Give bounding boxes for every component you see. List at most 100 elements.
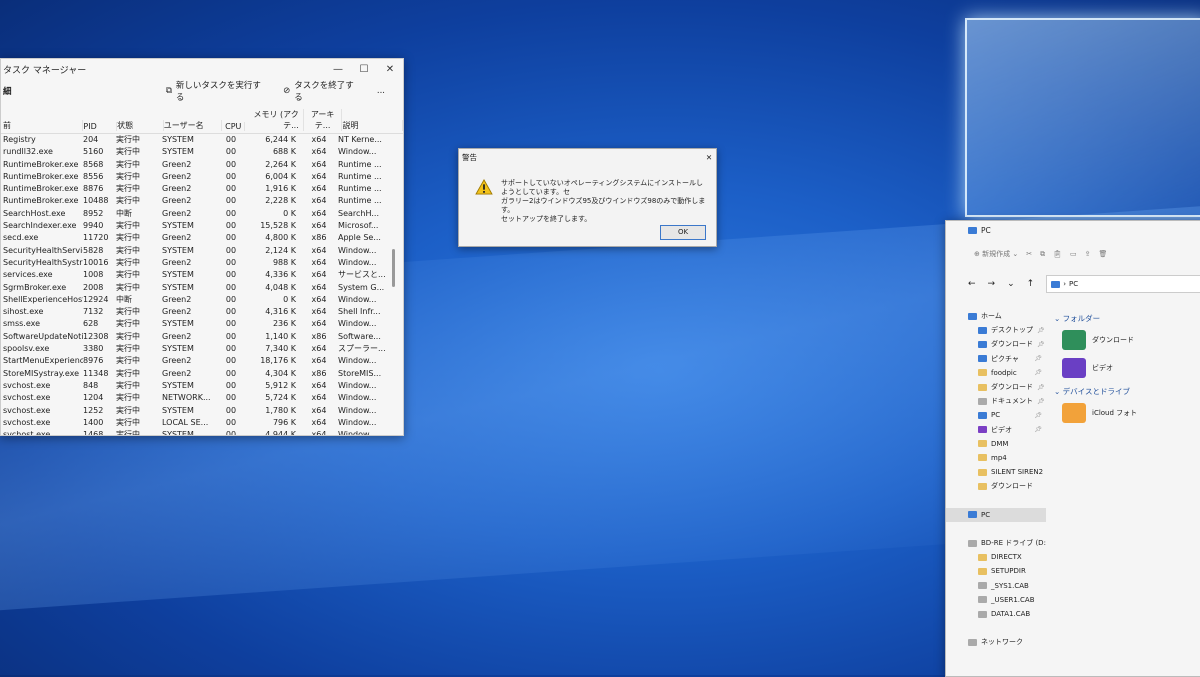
table-cell: SgrmBroker.exe bbox=[3, 282, 67, 292]
table-row[interactable]: services.exe 1008 実行中 SYSTEM 00 4,336 K x64 サービ… bbox=[1, 269, 403, 281]
maximize-icon[interactable]: ☐ bbox=[351, 64, 377, 75]
nav-item[interactable]: ピクチャ 📌︎ bbox=[946, 352, 1046, 366]
new-button[interactable]: ⊕ 新規作成 ⌄ bbox=[974, 249, 1018, 259]
table-row[interactable]: Registry 204 実行中 SYSTEM 00 6,244 K x64 NT Kerne… bbox=[1, 134, 403, 146]
nav-item[interactable]: DATA1.CAB bbox=[946, 607, 1046, 621]
nav-item[interactable]: _USER1.CAB bbox=[946, 593, 1046, 607]
column-header[interactable]: CPU bbox=[222, 122, 246, 131]
folder-icon bbox=[978, 482, 987, 490]
content-item[interactable]: iCloud フォト bbox=[1062, 403, 1200, 423]
scrollbar[interactable] bbox=[392, 249, 395, 287]
dialog-titlebar[interactable]: 警告 ✕ bbox=[459, 149, 716, 165]
task-manager-titlebar[interactable]: タスク マネージャー — ☐ ✕ bbox=[1, 59, 403, 79]
column-header[interactable]: 状態 bbox=[117, 120, 164, 131]
table-row[interactable]: SearchIndexer.exe 9940 実行中 SYSTEM 00 15,528 K… bbox=[1, 220, 403, 232]
folders-header[interactable]: ⌄ フォルダー bbox=[1054, 313, 1200, 324]
warning-icon bbox=[475, 179, 493, 195]
table-row[interactable]: SearchHost.exe 8952 中断 Green2 00 0 K x64 Search… bbox=[1, 208, 403, 220]
nav-item[interactable]: ビデオ 📌︎ bbox=[946, 423, 1046, 437]
table-row[interactable]: svchost.exe 1252 実行中 SYSTEM 00 1,780 K x64 Wind… bbox=[1, 405, 403, 417]
more-button[interactable]: ... bbox=[377, 86, 385, 96]
pin-icon: 📌︎ bbox=[1037, 340, 1045, 348]
close-icon[interactable]: ✕ bbox=[377, 64, 403, 75]
dialog-title: 警告 bbox=[462, 152, 477, 162]
table-cell: SYSTEM bbox=[162, 270, 194, 280]
table-row[interactable]: ShellExperienceHost...12924 中断 Green2 00 0 K… bbox=[1, 294, 403, 306]
table-row[interactable]: RuntimeBroker.exe 8556 実行中 Green2 00 6,004 K x… bbox=[1, 171, 403, 183]
forward-icon[interactable]: → bbox=[988, 279, 996, 289]
content-item[interactable]: ダウンロード bbox=[1062, 330, 1200, 350]
table-cell: サービスと... bbox=[338, 270, 386, 280]
table-row[interactable]: svchost.exe 1400 実行中 LOCAL SE... 00 796 K x64 W… bbox=[1, 417, 403, 429]
column-header[interactable]: 前 bbox=[1, 120, 84, 131]
table-row[interactable]: spoolsv.exe 3380 実行中 SYSTEM 00 7,340 K x64 スプーラ… bbox=[1, 343, 403, 355]
nav-item[interactable]: DMM bbox=[946, 437, 1046, 451]
chevron-down-icon[interactable]: ⌄ bbox=[1007, 279, 1015, 289]
table-row[interactable]: smss.exe 628 実行中 SYSTEM 00 236 K x64 Window... bbox=[1, 318, 403, 330]
task-manager-window[interactable]: タスク マネージャー — ☐ ✕ 細 ⧉ 新しいタスクを実行する ⊘ タスクを終… bbox=[0, 58, 404, 436]
nav-item[interactable]: _SYS1.CAB bbox=[946, 579, 1046, 593]
devices-header[interactable]: ⌄ デバイスとドライブ bbox=[1054, 386, 1200, 397]
nav-item[interactable]: SETUPDIR bbox=[946, 564, 1046, 578]
nav-item[interactable]: ドキュメント 📌︎ bbox=[946, 394, 1046, 408]
run-task-button[interactable]: ⧉ 新しいタスクを実行する bbox=[166, 79, 265, 103]
table-cell: svchost.exe bbox=[3, 405, 51, 415]
table-cell: 6,004 K bbox=[265, 171, 296, 181]
file-explorer-window[interactable]: PC ⊕ 新規作成 ⌄ ✂ ⧉ 📋︎ ▭ ⇪ 🗑︎ ← → ⌄ ↑ › PC ホ… bbox=[945, 220, 1200, 677]
ok-button[interactable]: OK bbox=[660, 225, 706, 240]
table-row[interactable]: sihost.exe 7132 実行中 Green2 00 4,316 K x64 Shell… bbox=[1, 306, 403, 318]
table-row[interactable]: StoreMISystray.exe 11348 実行中 Green2 00 4,304 … bbox=[1, 368, 403, 380]
nav-item[interactable]: PC 📌︎ bbox=[946, 408, 1046, 422]
minimize-icon[interactable]: — bbox=[325, 64, 351, 75]
table-row[interactable]: svchost.exe 1204 実行中 NETWORK... 00 5,724 K x64… bbox=[1, 392, 403, 404]
close-icon[interactable]: ✕ bbox=[702, 153, 716, 162]
nav-item[interactable]: ダウンロード bbox=[946, 479, 1046, 493]
table-row[interactable]: RuntimeBroker.exe 8876 実行中 Green2 00 1,916 K x… bbox=[1, 183, 403, 195]
nav-item[interactable]: BD-RE ドライブ (D:) SE bbox=[946, 536, 1046, 550]
nav-item[interactable]: ネットワーク bbox=[946, 635, 1046, 649]
delete-icon[interactable]: 🗑︎ bbox=[1098, 250, 1107, 258]
table-row[interactable]: SoftwareUpdateNoti... 12308 実行中 Green2 00 1,1… bbox=[1, 331, 403, 343]
table-cell: 00 bbox=[225, 171, 237, 181]
table-cell: 5,724 K bbox=[265, 393, 296, 403]
content-item[interactable]: ビデオ bbox=[1062, 358, 1200, 378]
column-header[interactable]: アーキテ... bbox=[304, 109, 343, 131]
nav-item[interactable]: ダウンロード 📌︎ bbox=[946, 337, 1046, 351]
table-row[interactable]: svchost.exe 1468 実行中 SYSTEM 00 4,944 K x64 Wind… bbox=[1, 429, 403, 435]
table-row[interactable]: rundll32.exe 5160 実行中 SYSTEM 00 688 K x64 Windo… bbox=[1, 146, 403, 158]
table-row[interactable]: SgrmBroker.exe 2008 実行中 SYSTEM 00 4,048 K x64 S… bbox=[1, 282, 403, 294]
column-header[interactable]: PID bbox=[83, 122, 118, 131]
up-icon[interactable]: ↑ bbox=[1027, 279, 1035, 289]
back-icon[interactable]: ← bbox=[968, 279, 976, 289]
table-row[interactable]: secd.exe 11720 実行中 Green2 00 4,800 K x86 Apple … bbox=[1, 232, 403, 244]
table-row[interactable]: SecurityHealthSystra...10016 実行中 Green2 00 9… bbox=[1, 257, 403, 269]
nav-item[interactable]: SILENT SIREN2 bbox=[946, 465, 1046, 479]
table-cell: 00 bbox=[225, 417, 237, 427]
nav-item[interactable]: foodpic 📌︎ bbox=[946, 366, 1046, 380]
explorer-titlebar[interactable]: PC bbox=[946, 221, 1200, 239]
table-row[interactable]: SecurityHealthServic...5828 実行中 SYSTEM 00 2,… bbox=[1, 245, 403, 257]
nav-item[interactable]: ホーム bbox=[946, 309, 1046, 323]
table-row[interactable]: RuntimeBroker.exe 8568 実行中 Green2 00 2,264 K x… bbox=[1, 159, 403, 171]
nav-item[interactable]: デスクトップ 📌︎ bbox=[946, 323, 1046, 337]
nav-item[interactable]: ダウンロード 📌︎ bbox=[946, 380, 1046, 394]
warning-dialog[interactable]: 警告 ✕ サポートしていないオペレーティングシステムにインストールしようとしてい… bbox=[458, 148, 717, 247]
column-header[interactable]: メモリ (アクテ... bbox=[245, 109, 304, 131]
table-cell: 実行中 bbox=[116, 307, 140, 317]
nav-item[interactable]: PC bbox=[946, 507, 1046, 522]
copy-icon[interactable]: ⧉ bbox=[1040, 250, 1045, 259]
table-cell: 848 bbox=[83, 380, 99, 390]
nav-item[interactable]: DIRECTX bbox=[946, 550, 1046, 564]
column-header[interactable]: ユーザー名 bbox=[164, 120, 223, 131]
table-row[interactable]: StartMenuExperienc... 8976 実行中 Green2 00 18,1… bbox=[1, 355, 403, 367]
column-header[interactable]: 説明 bbox=[342, 120, 403, 131]
end-task-button[interactable]: ⊘ タスクを終了する bbox=[283, 79, 359, 103]
address-bar[interactable]: › PC bbox=[1046, 275, 1200, 293]
share-icon[interactable]: ⇪ bbox=[1085, 250, 1091, 258]
table-row[interactable]: RuntimeBroker.exe 10488 実行中 Green2 00 2,228 K… bbox=[1, 195, 403, 207]
paste-icon[interactable]: 📋︎ bbox=[1053, 250, 1062, 258]
cut-icon[interactable]: ✂ bbox=[1026, 250, 1032, 258]
table-row[interactable]: svchost.exe 848 実行中 SYSTEM 00 5,912 K x64 Windo… bbox=[1, 380, 403, 392]
nav-item[interactable]: mp4 bbox=[946, 451, 1046, 465]
rename-icon[interactable]: ▭ bbox=[1070, 250, 1077, 258]
